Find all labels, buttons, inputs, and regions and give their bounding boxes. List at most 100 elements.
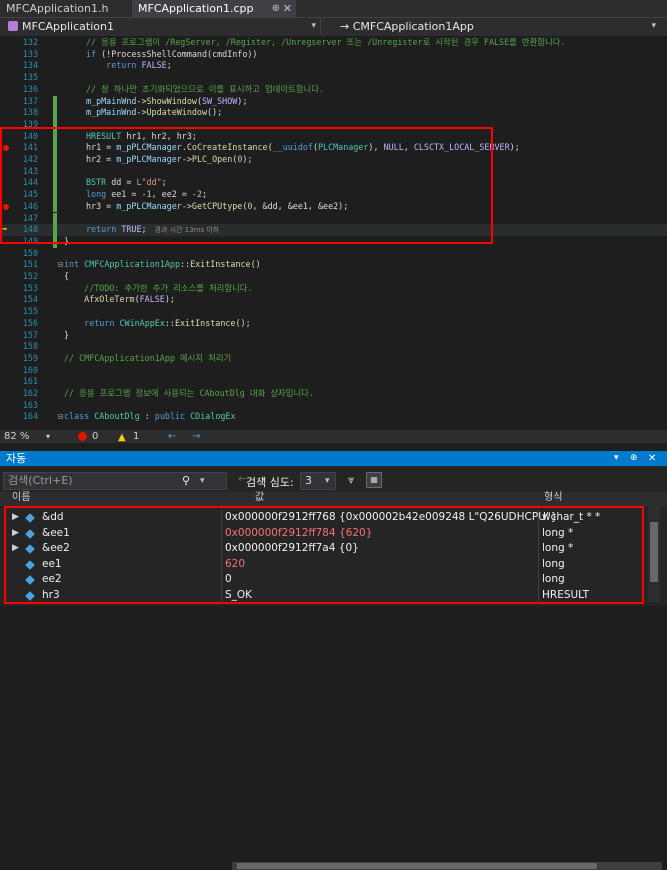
- code-line[interactable]: 162 // 응용 프로그램 정보에 사용되는 CAboutDlg 대화 상자입니…: [0, 388, 667, 400]
- search-input[interactable]: 검색(Ctrl+E) ⚲ ▾: [3, 472, 227, 490]
- project-label: MFCApplication1: [22, 20, 114, 33]
- search-depth-select[interactable]: 3 ▾: [300, 472, 336, 490]
- code-text: AfxOleTerm(FALSE);: [84, 294, 175, 305]
- chevron-down-icon: ▾: [311, 21, 316, 31]
- change-marker: [53, 107, 57, 119]
- line-number: 152: [22, 271, 38, 281]
- code-text: }: [64, 329, 70, 340]
- code-line[interactable]: 157}: [0, 330, 667, 342]
- search-icon[interactable]: ⚲: [182, 473, 190, 489]
- nav-back-icon[interactable]: ←: [168, 430, 176, 443]
- code-line[interactable]: 135: [0, 72, 667, 84]
- column-value[interactable]: 값: [255, 492, 264, 504]
- horizontal-scrollbar[interactable]: [232, 862, 662, 870]
- line-number: 159: [22, 352, 38, 363]
- code-text: class CAboutDlg : public CDialogEx: [64, 411, 236, 422]
- line-number: 158: [22, 341, 38, 352]
- code-text: // 응용 프로그램이 /RegServer, /Register, /Unre…: [86, 37, 566, 47]
- code-text: // 창 하나만 초기화되었으므로 이를 표시하고 업데이트합니다.: [86, 83, 325, 94]
- line-number: 134: [22, 60, 38, 71]
- code-line[interactable]: 158: [0, 341, 667, 353]
- hex-view-icon[interactable]: ▦: [366, 472, 382, 488]
- column-name[interactable]: 이름: [12, 492, 30, 504]
- highlight-box-code: [0, 127, 493, 244]
- code-text: m_pMainWnd->ShowWindow(SW_SHOW);: [86, 95, 248, 106]
- code-text: //TODO: 추가한 추가 리소스를 처리합니다.: [84, 282, 253, 293]
- code-line[interactable]: 133 if (!ProcessShellCommand(cmdInfo)): [0, 49, 667, 61]
- autos-column-header: 이름 값 형식: [0, 492, 667, 506]
- code-line[interactable]: 138 m_pMainWnd->UpdateWindow();: [0, 107, 667, 119]
- close-icon[interactable]: ✕: [648, 451, 656, 466]
- line-number: 164: [22, 411, 38, 422]
- code-line[interactable]: 136 // 창 하나만 초기화되었으므로 이를 표시하고 업데이트합니다.: [0, 84, 667, 96]
- code-text: return CWinAppEx::ExitInstance();: [84, 317, 251, 328]
- chevron-down-icon: ▾: [325, 476, 330, 486]
- code-line[interactable]: 164 ⊟ class CAboutDlg : public CDialogEx: [0, 411, 667, 423]
- line-number: 160: [22, 364, 38, 375]
- code-line[interactable]: 155: [0, 306, 667, 318]
- code-line[interactable]: 151 ⊟ int CMFCApplication1App::ExitInstanc…: [0, 259, 667, 271]
- line-number: 133: [22, 48, 38, 59]
- search-placeholder: 검색(Ctrl+E): [8, 474, 73, 487]
- autos-panel-header: 자동 ▾ ⊕ ✕: [0, 451, 667, 466]
- code-line[interactable]: 159 // CMFCApplication1App 메시지 처리기: [0, 353, 667, 365]
- line-number: 138: [22, 107, 38, 118]
- line-number: 137: [22, 95, 38, 106]
- warning-icon: ▲: [118, 432, 126, 443]
- tab-mfcapplication1-h[interactable]: MFCApplication1.h: [0, 0, 132, 17]
- line-number: 150: [22, 247, 38, 258]
- line-number: 135: [22, 72, 38, 83]
- scope-label: → CMFCApplication1App: [340, 20, 474, 33]
- line-number: 155: [22, 306, 38, 317]
- scope-dropdown[interactable]: → CMFCApplication1App ▾: [340, 19, 660, 34]
- pin-icon[interactable]: ⊕: [630, 451, 638, 466]
- editor-status-bar: 82 % ▾ 0 ▲ 1 ← →: [0, 430, 667, 870]
- filter-icon[interactable]: ⩔: [348, 473, 354, 487]
- nav-forward-icon[interactable]: →: [192, 430, 200, 443]
- close-icon[interactable]: ✕: [283, 0, 292, 17]
- code-line[interactable]: 132 // 응용 프로그램이 /RegServer, /Register, /U…: [0, 37, 667, 49]
- code-text: int CMFCApplication1App::ExitInstance(): [64, 259, 261, 270]
- line-number: 163: [22, 399, 38, 410]
- dropdown-icon[interactable]: ▾: [614, 451, 619, 466]
- chevron-down-icon[interactable]: ▾: [200, 473, 205, 489]
- chevron-down-icon: ▾: [651, 21, 656, 31]
- code-text: // CMFCApplication1App 메시지 처리기: [64, 352, 232, 363]
- collapse-icon[interactable]: ⊟: [58, 259, 63, 271]
- line-number: 157: [22, 329, 38, 340]
- project-dropdown[interactable]: MFCApplication1 ▾: [2, 19, 321, 34]
- tab-label: MFCApplication1.cpp: [138, 2, 254, 15]
- collapse-icon[interactable]: ⊟: [58, 411, 63, 423]
- code-text: m_pMainWnd->UpdateWindow();: [86, 107, 223, 118]
- line-number: 162: [22, 388, 38, 398]
- code-line[interactable]: 152 {: [0, 271, 667, 283]
- code-line[interactable]: 156 return CWinAppEx::ExitInstance();: [0, 318, 667, 330]
- line-number: 132: [22, 37, 38, 47]
- line-number: 153: [22, 282, 38, 293]
- code-line[interactable]: 154 AfxOleTerm(FALSE);: [0, 294, 667, 306]
- code-text: {: [64, 271, 70, 281]
- code-line[interactable]: 134 return FALSE;: [0, 60, 667, 72]
- tab-mfcapplication1-cpp[interactable]: MFCApplication1.cpp ⊕ ✕: [132, 0, 296, 17]
- search-depth-label: 검색 심도:: [246, 476, 294, 489]
- search-depth-value: 3: [305, 474, 312, 487]
- code-line[interactable]: 153 //TODO: 추가한 추가 리소스를 처리합니다.: [0, 283, 667, 295]
- line-number: 151: [22, 259, 38, 270]
- error-icon: [78, 432, 87, 441]
- code-line[interactable]: 163: [0, 400, 667, 412]
- project-icon: [8, 21, 18, 31]
- zoom-level[interactable]: 82 %: [4, 430, 29, 443]
- code-line[interactable]: 161: [0, 376, 667, 388]
- navigation-bar: MFCApplication1 ▾ → CMFCApplication1App …: [0, 17, 667, 37]
- error-count[interactable]: 0: [92, 430, 98, 443]
- code-line[interactable]: 137 m_pMainWnd->ShowWindow(SW_SHOW);: [0, 95, 667, 108]
- code-line[interactable]: 150: [0, 248, 667, 260]
- code-line[interactable]: 160: [0, 365, 667, 377]
- warning-count[interactable]: 1: [133, 430, 139, 443]
- chevron-down-icon[interactable]: ▾: [46, 430, 50, 443]
- pin-icon[interactable]: ⊕: [272, 0, 280, 17]
- vertical-scrollbar[interactable]: [648, 492, 660, 602]
- code-text: // 응용 프로그램 정보에 사용되는 CAboutDlg 대화 상자입니다.: [64, 388, 314, 398]
- column-type[interactable]: 형식: [544, 492, 562, 504]
- document-tab-bar: MFCApplication1.h MFCApplication1.cpp ⊕ …: [0, 0, 667, 17]
